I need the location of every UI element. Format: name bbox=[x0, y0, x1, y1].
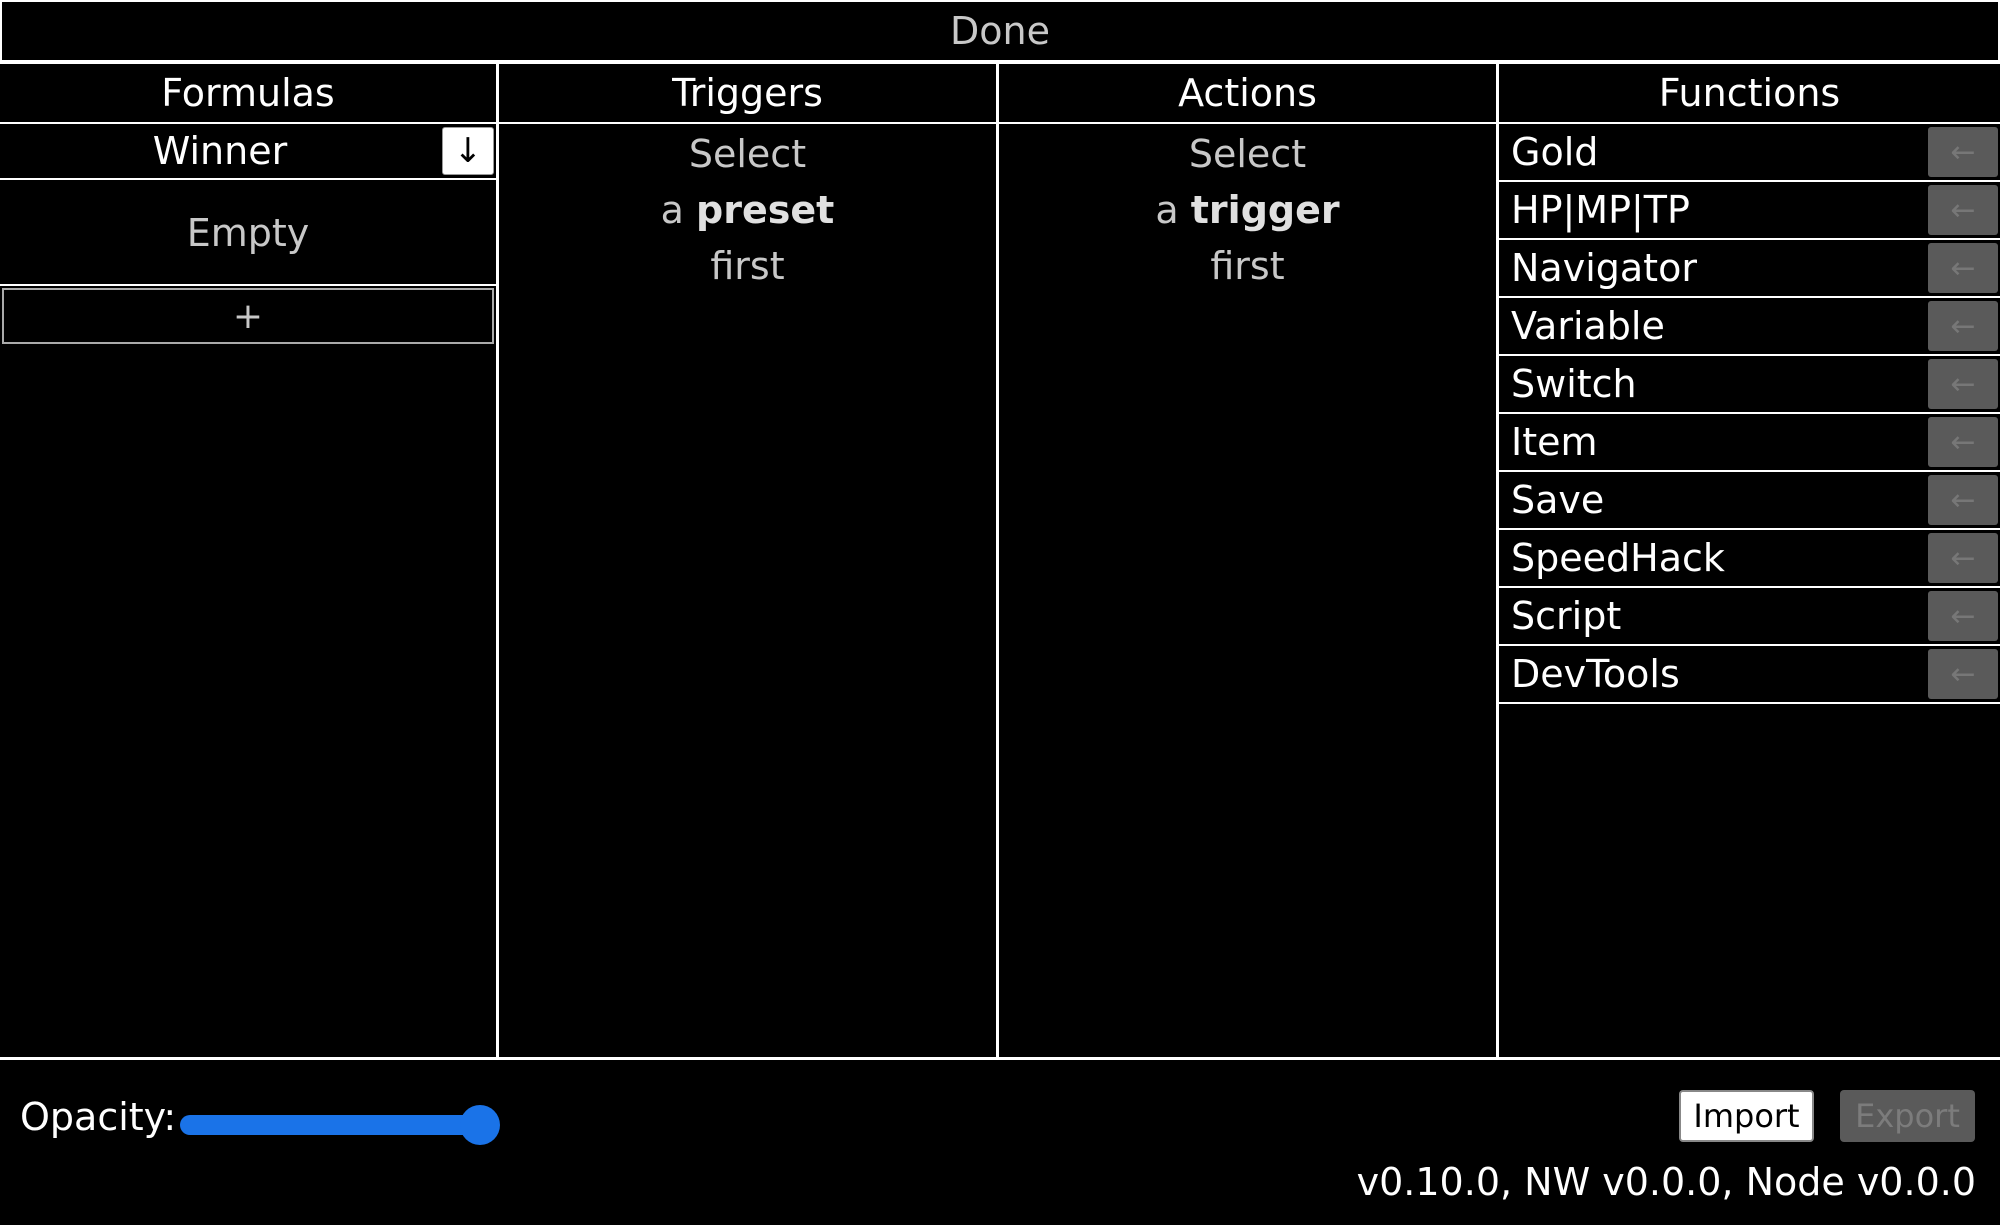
formula-item-winner[interactable]: Winner ↓ bbox=[0, 124, 496, 180]
hint-line-3: first bbox=[1210, 244, 1285, 288]
hint-word: a bbox=[660, 188, 684, 232]
slider-track bbox=[180, 1115, 480, 1135]
function-item: Script ← bbox=[1499, 588, 2000, 646]
footer: Opacity: Import Export v0.10.0, NW v0.0.… bbox=[0, 1060, 2000, 1225]
function-label: Save bbox=[1511, 478, 1605, 522]
function-item: DevTools ← bbox=[1499, 646, 2000, 704]
functions-list: Gold ← HP|MP|TP ← Navigator ← Variable ← Switch ←… bbox=[1499, 124, 2000, 704]
insert-function-button[interactable]: ← bbox=[1928, 359, 1998, 409]
insert-function-button[interactable]: ← bbox=[1928, 185, 1998, 235]
function-label: SpeedHack bbox=[1511, 536, 1725, 580]
arrow-left-icon: ← bbox=[1950, 192, 1976, 228]
function-label: Switch bbox=[1511, 362, 1637, 406]
function-label: Variable bbox=[1511, 304, 1665, 348]
formulas-column: Formulas Winner ↓ Empty + bbox=[0, 64, 499, 1057]
add-formula-button[interactable]: + bbox=[2, 288, 494, 344]
arrow-down-icon: ↓ bbox=[453, 131, 483, 171]
function-item: Item ← bbox=[1499, 414, 2000, 472]
function-item: SpeedHack ← bbox=[1499, 530, 2000, 588]
opacity-label: Opacity: bbox=[20, 1095, 177, 1139]
function-label: Item bbox=[1511, 420, 1598, 464]
functions-header: Functions bbox=[1499, 64, 2000, 124]
opacity-slider[interactable] bbox=[180, 1105, 500, 1145]
function-item: Save ← bbox=[1499, 472, 2000, 530]
insert-function-button[interactable]: ← bbox=[1928, 591, 1998, 641]
hint-word: a bbox=[1155, 188, 1179, 232]
function-label: DevTools bbox=[1511, 652, 1680, 696]
hint-keyword: preset bbox=[696, 188, 835, 232]
slider-thumb[interactable] bbox=[460, 1105, 500, 1145]
function-item: Variable ← bbox=[1499, 298, 2000, 356]
function-item: HP|MP|TP ← bbox=[1499, 182, 2000, 240]
arrow-left-icon: ← bbox=[1950, 656, 1976, 692]
hint-line-1: Select bbox=[1188, 132, 1307, 176]
function-label: HP|MP|TP bbox=[1511, 188, 1690, 232]
function-label: Script bbox=[1511, 594, 1622, 638]
insert-function-button[interactable]: ← bbox=[1928, 243, 1998, 293]
arrow-left-icon: ← bbox=[1950, 598, 1976, 634]
actions-hint: Select a trigger first bbox=[999, 124, 1496, 294]
insert-function-button[interactable]: ← bbox=[1928, 417, 1998, 467]
formulas-header: Formulas bbox=[0, 64, 496, 124]
hint-line-2: a preset bbox=[499, 182, 996, 238]
hint-line-3: first bbox=[710, 244, 785, 288]
triggers-column: Triggers Select a preset first bbox=[499, 64, 999, 1057]
triggers-hint: Select a preset first bbox=[499, 124, 996, 294]
arrow-left-icon: ← bbox=[1950, 540, 1976, 576]
arrow-left-icon: ← bbox=[1950, 134, 1976, 170]
function-item: Navigator ← bbox=[1499, 240, 2000, 298]
actions-header: Actions bbox=[999, 64, 1496, 124]
formula-name: Winner bbox=[152, 129, 288, 173]
arrow-left-icon: ← bbox=[1950, 308, 1976, 344]
done-button[interactable]: Done bbox=[0, 0, 2000, 62]
hint-keyword: trigger bbox=[1190, 188, 1340, 232]
insert-function-button[interactable]: ← bbox=[1928, 649, 1998, 699]
arrow-left-icon: ← bbox=[1950, 424, 1976, 460]
done-label: Done bbox=[950, 9, 1050, 53]
arrow-left-icon: ← bbox=[1950, 366, 1976, 402]
function-item: Gold ← bbox=[1499, 124, 2000, 182]
arrow-left-icon: ← bbox=[1950, 250, 1976, 286]
function-label: Gold bbox=[1511, 130, 1599, 174]
version-text: v0.10.0, NW v0.0.0, Node v0.0.0 bbox=[1356, 1160, 1976, 1204]
insert-function-button[interactable]: ← bbox=[1928, 127, 1998, 177]
hint-line-2: a trigger bbox=[999, 182, 1496, 238]
insert-function-button[interactable]: ← bbox=[1928, 533, 1998, 583]
download-formula-button[interactable]: ↓ bbox=[442, 127, 494, 175]
formula-empty-state: Empty bbox=[0, 182, 496, 286]
insert-function-button[interactable]: ← bbox=[1928, 475, 1998, 525]
import-button[interactable]: Import bbox=[1679, 1090, 1814, 1142]
arrow-left-icon: ← bbox=[1950, 482, 1976, 518]
hint-line-1: Select bbox=[688, 132, 807, 176]
plus-icon: + bbox=[232, 295, 264, 337]
triggers-header: Triggers bbox=[499, 64, 996, 124]
function-item: Switch ← bbox=[1499, 356, 2000, 414]
actions-column: Actions Select a trigger first bbox=[999, 64, 1499, 1057]
insert-function-button[interactable]: ← bbox=[1928, 301, 1998, 351]
function-label: Navigator bbox=[1511, 246, 1697, 290]
editor-panels: Formulas Winner ↓ Empty + Triggers Selec… bbox=[0, 62, 2000, 1060]
export-button[interactable]: Export bbox=[1840, 1090, 1975, 1142]
functions-column: Functions Gold ← HP|MP|TP ← Navigator ← Variab… bbox=[1499, 64, 2000, 1057]
